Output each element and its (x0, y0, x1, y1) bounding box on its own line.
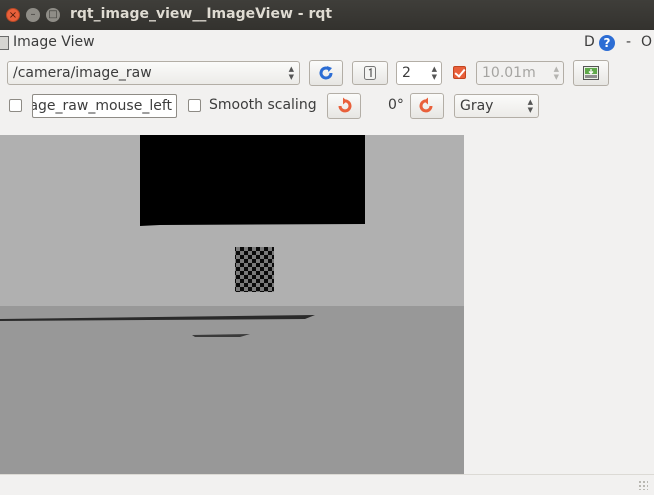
topic-select-value: /camera/image_raw (13, 65, 152, 81)
status-bar (0, 474, 654, 495)
rotate-right-button[interactable] (410, 93, 444, 119)
refresh-topics-button[interactable] (309, 60, 343, 86)
plugin-header: Image View D ? - O (0, 30, 654, 56)
window-title: rqt_image_view__ImageView - rqt (70, 6, 333, 22)
spinbox-arrows-icon: ▲ ▼ (553, 65, 559, 81)
color-scheme-arrows-icon: ▲ ▼ (527, 98, 533, 114)
rotate-left-button[interactable] (327, 93, 361, 119)
color-scheme-select[interactable]: Gray ▲ ▼ (454, 94, 539, 118)
window-titlebar: × – □ rqt_image_view__ImageView - rqt (0, 0, 654, 30)
mouse-publish-checkbox[interactable] (9, 99, 22, 112)
publish-rate-checkbox[interactable] (453, 66, 466, 79)
rotate-left-icon (328, 94, 360, 118)
num-gridlines-spinbox[interactable]: 2 ▲ ▼ (396, 61, 442, 85)
plugin-minimize-button[interactable]: - (626, 34, 631, 50)
image-view-canvas[interactable] (0, 135, 464, 474)
window-minimize-button[interactable]: – (26, 8, 40, 22)
smooth-scaling-checkbox[interactable] (188, 99, 201, 112)
rotation-value: 0° (388, 97, 404, 113)
save-image-button[interactable] (573, 60, 609, 86)
color-scheme-value: Gray (460, 98, 494, 114)
mouse-topic-value: age_raw_mouse_left (32, 98, 172, 114)
resize-grip-icon[interactable] (638, 480, 648, 490)
topic-select[interactable]: /camera/image_raw ▲ ▼ (7, 61, 300, 85)
plugin-close-button[interactable]: O (641, 34, 652, 50)
zoom-original-button[interactable] (352, 61, 388, 85)
camera-image (0, 135, 464, 474)
save-image-icon (574, 61, 608, 85)
image-view-empty-space (464, 135, 654, 474)
plugin-dock-toggle-button[interactable]: D (584, 34, 595, 50)
zoom-original-icon (353, 62, 387, 84)
publish-rate-spinbox[interactable]: 10.01m ▲ ▼ (476, 61, 564, 85)
num-gridlines-value: 2 (402, 65, 411, 81)
mouse-topic-field[interactable]: age_raw_mouse_left (32, 94, 177, 118)
spinbox-arrows-icon: ▲ ▼ (431, 65, 437, 81)
publish-rate-value: 10.01m (482, 65, 536, 81)
refresh-icon (310, 61, 342, 85)
window-maximize-button[interactable]: □ (46, 8, 60, 22)
rotate-right-icon (411, 94, 443, 118)
plugin-title: Image View (13, 34, 95, 50)
dock-grip-handle[interactable] (0, 36, 9, 50)
smooth-scaling-label: Smooth scaling (209, 97, 317, 113)
plugin-help-icon[interactable]: ? (599, 35, 615, 51)
topic-select-arrows-icon: ▲ ▼ (288, 65, 294, 81)
window-close-button[interactable]: × (6, 8, 20, 22)
